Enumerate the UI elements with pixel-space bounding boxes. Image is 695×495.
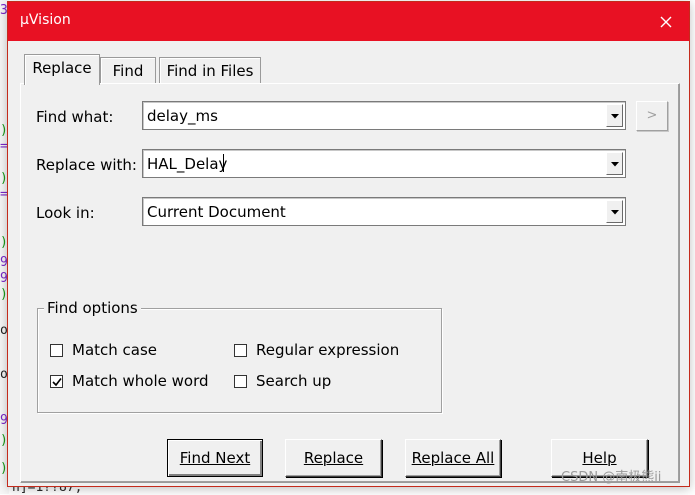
match-case-box (50, 344, 63, 357)
search-up-box (234, 375, 247, 388)
regex-menu-button[interactable]: > (636, 101, 668, 131)
tab-find[interactable]: Find (100, 57, 156, 84)
help-label: Help (582, 449, 617, 467)
find-next-label: Find Next (179, 449, 251, 467)
match-whole-word-label: Match whole word (72, 372, 209, 390)
replace-tab-panel (20, 83, 680, 483)
replace-label: Replace (303, 449, 364, 467)
match-whole-word-box (50, 375, 63, 388)
checkmark-icon (52, 378, 62, 387)
look-in-label: Look in: (36, 204, 95, 222)
dropdown-arrow-icon (611, 114, 619, 119)
match-case-label: Match case (72, 341, 158, 359)
find-options-legend: Find options (44, 299, 141, 317)
find-next-button[interactable]: Find Next (167, 439, 263, 477)
text-cursor (223, 154, 224, 172)
look-in-dropdown-button[interactable] (606, 200, 623, 223)
look-in-value: Current Document (147, 203, 286, 221)
replace-with-value: HAL_Delay (147, 155, 228, 173)
replace-button[interactable]: Replace (285, 439, 382, 477)
close-icon (660, 16, 672, 28)
look-in-select[interactable]: Current Document (142, 197, 626, 226)
window-title: µVision (20, 12, 71, 28)
replace-with-dropdown-button[interactable] (606, 152, 623, 175)
replace-with-label: Replace with: (36, 156, 137, 174)
search-up-label: Search up (256, 372, 332, 390)
find-what-dropdown-button[interactable] (606, 104, 623, 127)
title-bar[interactable]: µVision (8, 2, 689, 41)
tab-replace[interactable]: Replace (24, 54, 100, 85)
find-options-group (37, 308, 442, 413)
find-what-value: delay_ms (147, 107, 218, 125)
find-what-label: Find what: (36, 108, 114, 126)
find-what-combobox[interactable]: delay_ms (142, 101, 626, 130)
replace-all-label: Replace All (411, 449, 495, 467)
dropdown-arrow-icon (611, 162, 619, 167)
regular-expression-box (234, 344, 247, 357)
replace-all-button[interactable]: Replace All (405, 439, 501, 477)
dropdown-arrow-icon (611, 210, 619, 215)
tab-strip: Replace Find Find in Files (20, 54, 680, 85)
tab-find-in-files[interactable]: Find in Files (159, 57, 261, 84)
replace-with-combobox[interactable]: HAL_Delay (142, 149, 626, 178)
close-button[interactable] (643, 2, 689, 41)
regular-expression-label: Regular expression (256, 341, 400, 359)
uvision-replace-dialog: µVision Replace Find Find in Files Find … (7, 1, 690, 487)
csdn-watermark: CSDN @南极熊ii (561, 470, 662, 485)
